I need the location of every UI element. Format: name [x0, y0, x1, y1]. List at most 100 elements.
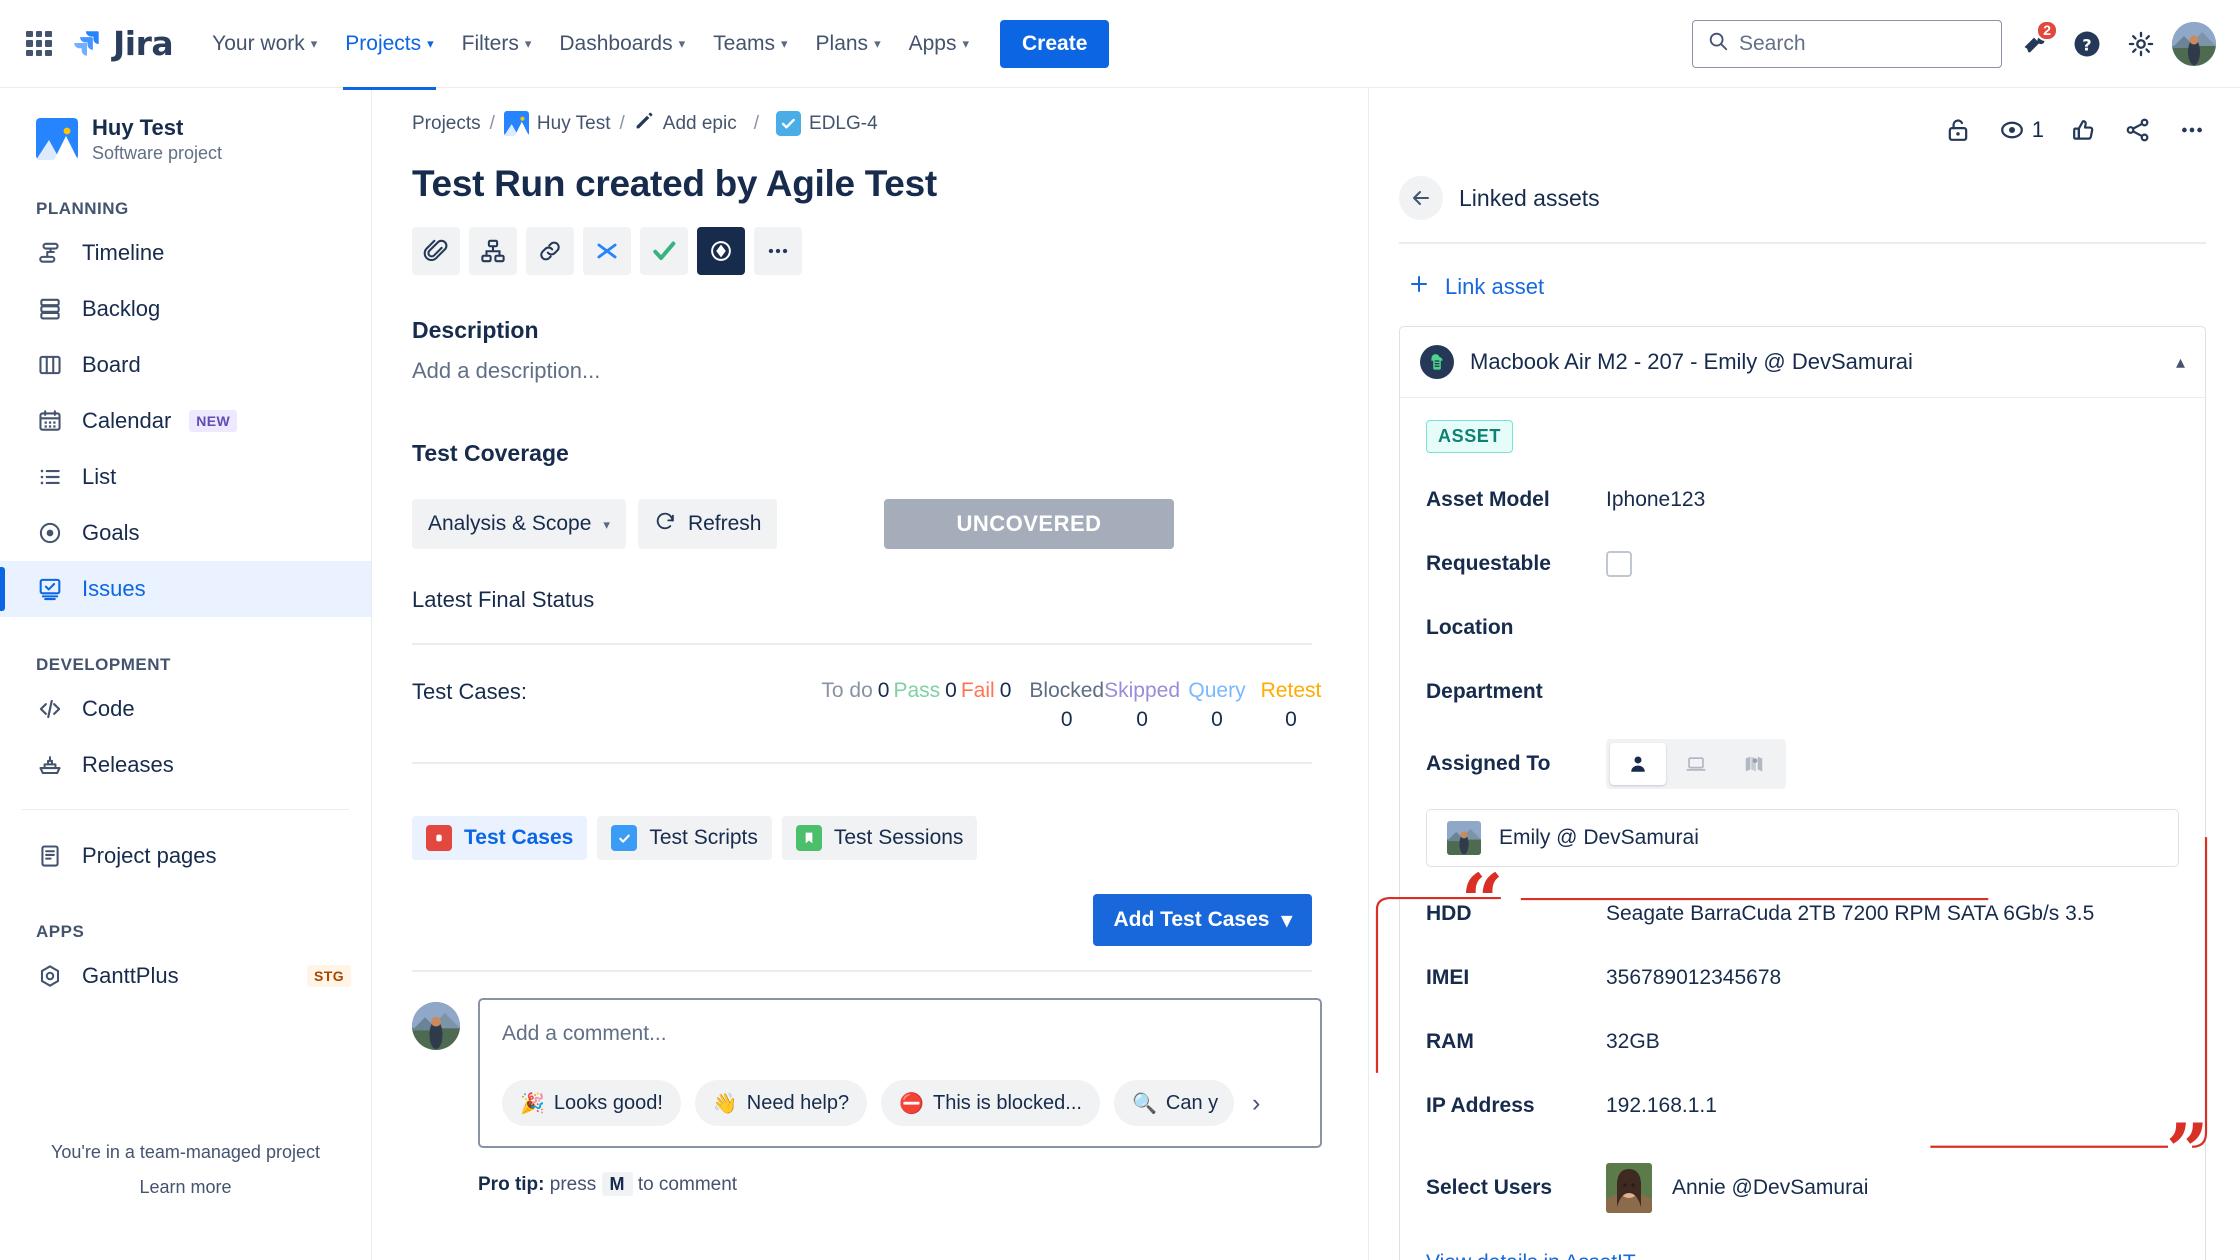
description-input[interactable]: Add a description...	[412, 358, 1342, 384]
asset-card-header[interactable]: Macbook Air M2 - 207 - Emily @ DevSamura…	[1400, 327, 2205, 398]
nav-item-filters[interactable]: Filters ▾	[449, 22, 545, 66]
panel-header: Linked assets	[1399, 176, 2206, 244]
app-switcher-icon[interactable]	[22, 27, 56, 61]
nav-item-plans[interactable]: Plans ▾	[803, 22, 894, 66]
help-button[interactable]: ?	[2064, 21, 2110, 67]
sidebar-item-timeline[interactable]: Timeline	[0, 225, 371, 281]
sidebar-item-board[interactable]: Board	[0, 337, 371, 393]
field-value[interactable]: 356789012345678	[1606, 966, 1781, 990]
quick-reply-blocked[interactable]: ⛔ This is blocked...	[881, 1080, 1100, 1126]
quick-reply-can-you[interactable]: 🔍 Can y	[1113, 1080, 1234, 1126]
notifications-button[interactable]: 2	[2010, 19, 2058, 67]
requestable-checkbox[interactable]	[1606, 551, 1632, 577]
breadcrumb-issue-key[interactable]: EDLG-4	[776, 111, 878, 136]
notification-badge: 2	[2036, 19, 2058, 41]
coverage-scope-select[interactable]: Analysis & Scope ▾	[412, 499, 626, 549]
search-input[interactable]	[1739, 31, 1987, 56]
quick-reply-label: Looks good!	[553, 1091, 663, 1114]
refresh-button[interactable]: Refresh	[637, 499, 778, 549]
search-box[interactable]	[1692, 19, 2002, 68]
share-icon[interactable]	[2124, 116, 2152, 144]
assign-person-icon[interactable]	[1610, 743, 1666, 785]
sidebar-item-goals[interactable]: Goals	[0, 505, 371, 561]
green-check-icon[interactable]	[640, 227, 688, 275]
target-app-icon[interactable]	[697, 227, 745, 275]
nav-item-projects[interactable]: Projects ▾	[332, 22, 446, 90]
chevron-down-icon: ▾	[427, 36, 434, 51]
project-header[interactable]: Huy Test Software project	[0, 114, 371, 165]
breadcrumb-project[interactable]: Huy Test	[503, 111, 611, 136]
add-test-cases-row: Add Test Cases ▾	[412, 894, 1312, 946]
avatar	[1447, 821, 1481, 855]
field-value[interactable]: Seagate BarraCuda 2TB 7200 RPM SATA 6Gb/…	[1606, 902, 2094, 926]
stat-value: 0	[877, 679, 890, 702]
add-test-cases-button[interactable]: Add Test Cases ▾	[1093, 894, 1312, 946]
child-issue-icon[interactable]	[469, 227, 517, 275]
pro-tip-prefix: Pro tip:	[478, 1174, 545, 1195]
sidebar-item-backlog[interactable]: Backlog	[0, 281, 371, 337]
more-actions-icon[interactable]	[754, 227, 802, 275]
field-key: IP Address	[1426, 1094, 1535, 1117]
nav-item-teams[interactable]: Teams ▾	[700, 22, 800, 66]
sidebar-item-code[interactable]: Code	[0, 681, 371, 737]
breadcrumb-add-epic[interactable]: Add epic	[634, 110, 737, 137]
project-avatar-icon	[36, 118, 78, 161]
quick-reply-looks-good[interactable]: 🎉 Looks good!	[502, 1080, 681, 1126]
settings-button[interactable]	[2118, 21, 2164, 67]
field-value[interactable]: Iphone123	[1606, 488, 1705, 512]
tab-test-sessions[interactable]: Test Sessions	[781, 816, 978, 860]
panel-title: Linked assets	[1459, 184, 1600, 211]
lock-icon[interactable]	[1944, 116, 1972, 144]
watch-eye-icon[interactable]: 1	[1998, 116, 2044, 144]
more-actions-icon[interactable]	[2178, 116, 2206, 144]
sidebar-item-calendar[interactable]: Calendar NEW	[0, 393, 371, 449]
field-value[interactable]: 32GB	[1606, 1030, 1660, 1054]
create-button[interactable]: Create	[1000, 19, 1110, 68]
attach-icon[interactable]	[412, 227, 460, 275]
stat-label: Pass	[893, 679, 941, 702]
stat-todo: To do 0	[821, 679, 889, 703]
nav-item-your-work[interactable]: Your work ▾	[199, 22, 330, 66]
pro-tip-key: M	[601, 1172, 633, 1196]
tab-test-cases[interactable]: Test Cases	[412, 816, 588, 860]
link-asset-button[interactable]: Link asset	[1407, 272, 2206, 302]
learn-more-link[interactable]: Learn more	[0, 1177, 371, 1198]
nav-label: Your work	[212, 31, 305, 55]
thumbs-up-icon[interactable]	[2070, 116, 2098, 144]
sidebar-item-ganttplus[interactable]: GanttPlus STG	[0, 948, 371, 1004]
chevron-up-icon[interactable]: ▴	[2176, 352, 2185, 373]
assign-device-icon[interactable]	[1668, 743, 1724, 785]
sidebar-item-releases[interactable]: Releases	[0, 737, 371, 793]
chevron-down-icon: ▾	[603, 516, 610, 532]
avatar	[412, 1002, 460, 1050]
sidebar-item-list[interactable]: List	[0, 449, 371, 505]
issue-action-toolbar	[412, 227, 1342, 275]
nav-item-dashboards[interactable]: Dashboards ▾	[546, 22, 698, 66]
field-key: Asset Model	[1426, 488, 1550, 511]
comment-input[interactable]: Add a comment... 🎉 Looks good! 👋 Need he…	[478, 998, 1322, 1148]
sidebar-item-project-pages[interactable]: Project pages	[0, 828, 371, 884]
tab-test-scripts[interactable]: Test Scripts	[597, 816, 772, 860]
view-details-link[interactable]: View details in AssetIT	[1426, 1251, 2179, 1260]
chevron-down-icon: ▾	[962, 36, 969, 51]
sidebar-item-issues[interactable]: Issues	[0, 560, 371, 617]
field-value[interactable]: Annie @DevSamurai	[1672, 1176, 1868, 1200]
quick-reply-need-help[interactable]: 👋 Need help?	[694, 1080, 868, 1126]
profile-avatar[interactable]	[2172, 21, 2216, 66]
link-asset-label: Link asset	[1445, 274, 1545, 299]
assignee-select[interactable]: Emily @ DevSamurai	[1426, 809, 2179, 867]
breadcrumb-projects[interactable]: Projects	[412, 113, 481, 135]
assign-location-icon[interactable]	[1726, 743, 1782, 785]
nav-label: Filters	[461, 31, 519, 55]
avatar	[1606, 1163, 1652, 1213]
back-arrow-icon[interactable]	[1399, 176, 1443, 220]
jira-home-link[interactable]: Jira	[70, 24, 174, 63]
backlog-icon	[36, 295, 64, 323]
field-value[interactable]: 192.168.1.1	[1606, 1094, 1717, 1118]
nav-item-apps[interactable]: Apps ▾	[896, 22, 982, 66]
quick-reply-next-icon[interactable]: ›	[1248, 1089, 1264, 1118]
link-icon[interactable]	[526, 227, 574, 275]
chevron-down-icon: ▾	[874, 36, 881, 51]
primary-nav-items: Your work ▾ Projects ▾ Filters ▾ Dashboa…	[199, 22, 982, 90]
shuffle-icon[interactable]	[583, 227, 631, 275]
